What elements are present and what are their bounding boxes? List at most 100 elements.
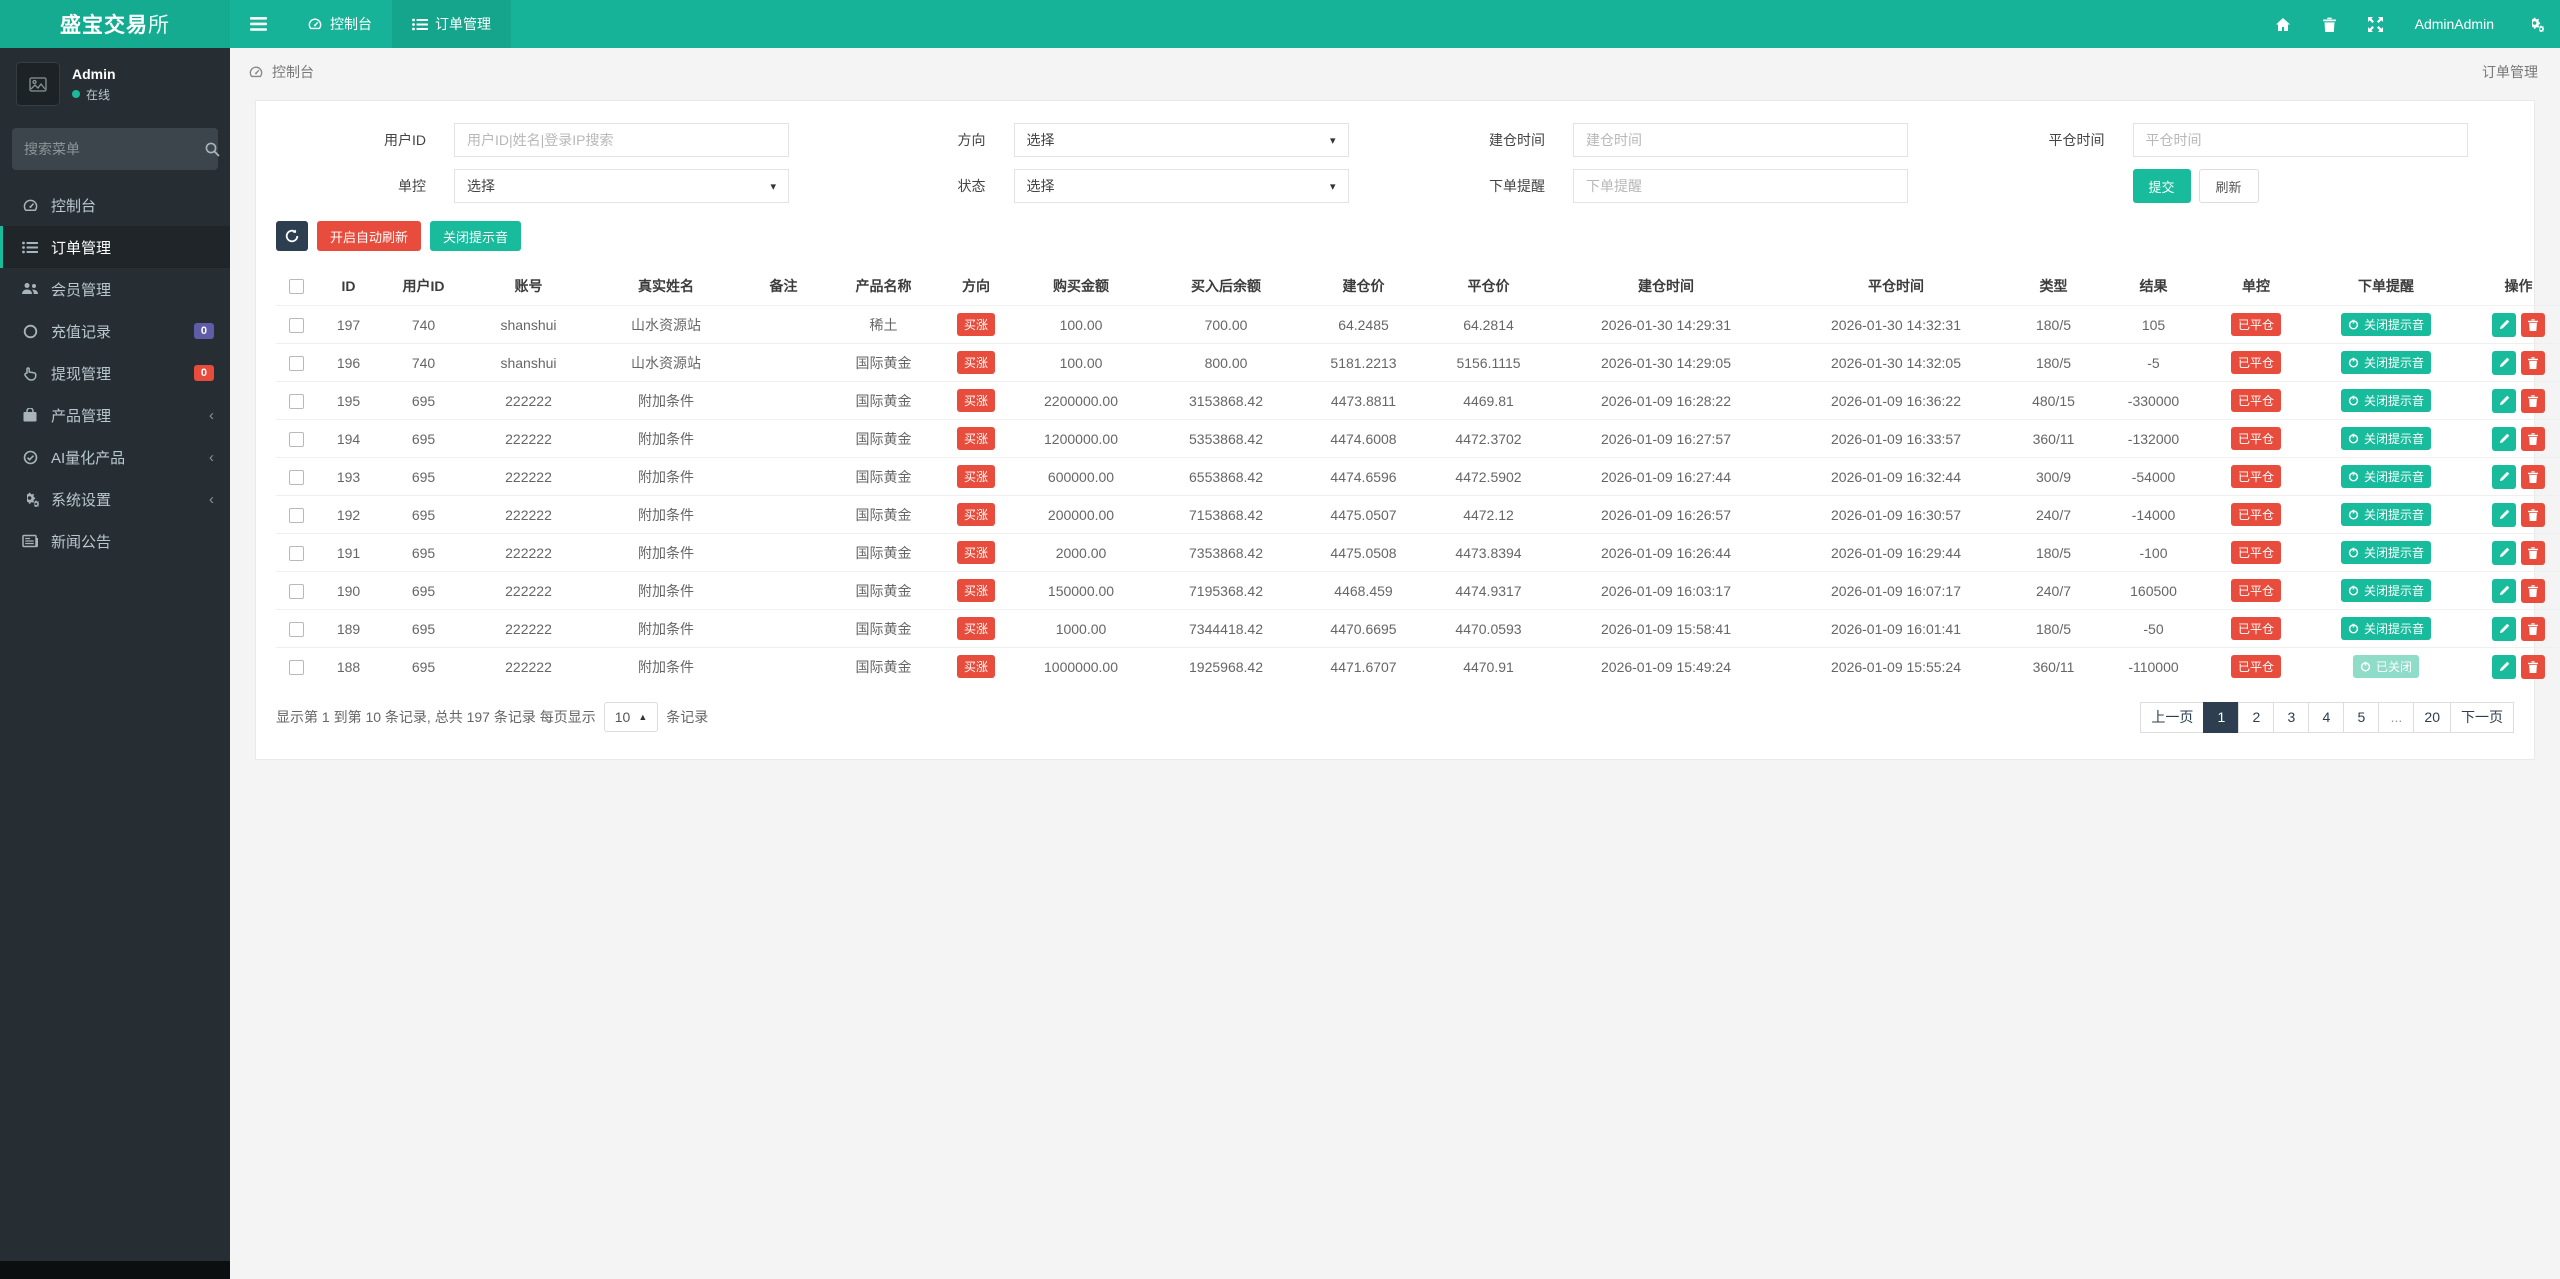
sidebar-search-input[interactable] [24,141,205,157]
clear-cache-button[interactable] [2307,0,2352,48]
delete-button[interactable] [2521,616,2545,641]
reminder-toggle-button[interactable]: 关闭提示音 [2340,389,2431,412]
caret-down-icon: ▾ [1329,134,1336,147]
page-size-select[interactable]: 10 ▲ [603,702,659,732]
delete-button[interactable] [2521,464,2545,489]
mute-all-button[interactable]: 关闭提示音 [430,221,522,251]
sidebar-item-deposits[interactable]: 充值记录 0 [0,310,230,352]
nav-tab-dashboard[interactable]: 控制台 [287,0,392,48]
cell-real-name: 附加条件 [591,495,741,534]
cell-remark [741,609,826,648]
direction-badge: 买涨 [956,541,995,564]
edit-button[interactable] [2492,502,2516,527]
row-checkbox[interactable] [288,469,304,485]
delete-button[interactable] [2521,654,2545,679]
sidebar-scrollbar[interactable] [0,1261,230,1279]
delete-button[interactable] [2521,388,2545,413]
edit-button[interactable] [2492,654,2516,679]
reminder-toggle-button[interactable]: 关闭提示音 [2340,541,2431,564]
reminder-toggle-button[interactable]: 关闭提示音 [2340,313,2431,336]
reminder-toggle-button[interactable]: 已关闭 [2352,655,2419,679]
cell-product: 国际黄金 [826,609,941,648]
reload-table-button[interactable] [276,221,308,251]
refresh-button[interactable]: 刷新 [2198,169,2259,203]
delete-button[interactable] [2521,578,2545,603]
sidebar-item-products[interactable]: 产品管理 ‹ [0,394,230,436]
open-time-input[interactable] [1586,132,1895,148]
cell-balance-after: 7153868.42 [1151,495,1301,534]
sidebar-item-orders[interactable]: 订单管理 [0,226,230,268]
cell-type: 360/11 [2011,419,2096,458]
delete-button[interactable] [2521,426,2545,451]
reminder-toggle-button[interactable]: 关闭提示音 [2340,617,2431,640]
page-prev[interactable]: 上一页 [2140,701,2205,733]
reminder-toggle-button[interactable]: 关闭提示音 [2340,351,2431,374]
sidebar-item-news[interactable]: 新闻公告 [0,520,230,562]
settings-button[interactable] [2510,0,2560,48]
sidebar-item-withdrawals[interactable]: 提现管理 0 [0,352,230,394]
page-number[interactable]: 2 [2238,701,2275,733]
delete-button[interactable] [2521,540,2545,565]
page-number[interactable]: 1 [2203,701,2240,733]
cell-user-id: 695 [381,609,466,648]
row-checkbox[interactable] [288,621,304,637]
reminder-input[interactable] [1586,178,1895,194]
cell-close-time: 2026-01-30 14:32:31 [1781,305,2011,344]
row-checkbox[interactable] [288,431,304,447]
status-select[interactable]: 选择 ▾ [1013,169,1349,203]
page-number[interactable]: 20 [2413,701,2451,733]
row-checkbox[interactable] [288,545,304,561]
delete-button[interactable] [2521,312,2545,337]
sidebar-item-dashboard[interactable]: 控制台 [0,184,230,226]
reminder-toggle-button[interactable]: 关闭提示音 [2340,503,2431,526]
select-all-checkbox[interactable] [288,279,304,295]
close-time-input[interactable] [2145,132,2455,148]
page-next[interactable]: 下一页 [2450,701,2514,733]
edit-button[interactable] [2492,350,2516,375]
row-checkbox[interactable] [288,660,304,676]
reminder-toggle-button[interactable]: 关闭提示音 [2340,427,2431,450]
sidebar-item-ai-products[interactable]: AI量化产品 ‹ [0,436,230,478]
nav-tab-orders[interactable]: 订单管理 [392,0,511,48]
row-checkbox[interactable] [288,393,304,409]
home-button[interactable] [2259,0,2307,48]
edit-button[interactable] [2492,464,2516,489]
row-checkbox[interactable] [288,355,304,371]
page-number[interactable]: 4 [2308,701,2345,733]
cell-result: -110000 [2096,647,2211,686]
reminder-toggle-button[interactable]: 关闭提示音 [2340,579,2431,602]
auto-refresh-button[interactable]: 开启自动刷新 [317,221,422,251]
edit-button[interactable] [2492,578,2516,603]
cell-close-price: 4472.12 [1426,495,1551,534]
edit-button[interactable] [2492,312,2516,337]
row-checkbox[interactable] [288,317,304,333]
cell-remark [741,419,826,458]
cell-open-price: 4471.6707 [1301,647,1426,686]
delete-button[interactable] [2521,350,2545,375]
reminder-toggle-button[interactable]: 关闭提示音 [2340,465,2431,488]
page-number[interactable]: 3 [2273,701,2310,733]
cell-close-time: 2026-01-30 14:32:05 [1781,343,2011,382]
direction-select[interactable]: 选择 ▾ [1013,123,1349,157]
edit-button[interactable] [2492,616,2516,641]
edit-button[interactable] [2492,540,2516,565]
row-checkbox[interactable] [288,583,304,599]
control-select[interactable]: 选择 ▾ [454,169,789,203]
sidebar-item-settings[interactable]: 系统设置 ‹ [0,478,230,520]
user-menu[interactable]: AdminAdmin [2399,0,2510,48]
table-row: 188 695 222222 附加条件 国际黄金 买涨 1000000.00 1… [276,647,2560,686]
delete-button[interactable] [2521,502,2545,527]
edit-button[interactable] [2492,388,2516,413]
cell-product: 国际黄金 [826,647,941,686]
fullscreen-button[interactable] [2352,0,2399,48]
submit-button[interactable]: 提交 [2132,169,2191,203]
cell-user-id: 695 [381,571,466,610]
user-id-input[interactable] [467,132,776,148]
page-number[interactable]: 5 [2343,701,2380,733]
cell-remark [741,647,826,686]
cell-result: -132000 [2096,419,2211,458]
row-checkbox[interactable] [288,507,304,523]
sidebar-toggle-button[interactable] [230,0,287,48]
sidebar-item-members[interactable]: 会员管理 [0,268,230,310]
edit-button[interactable] [2492,426,2516,451]
